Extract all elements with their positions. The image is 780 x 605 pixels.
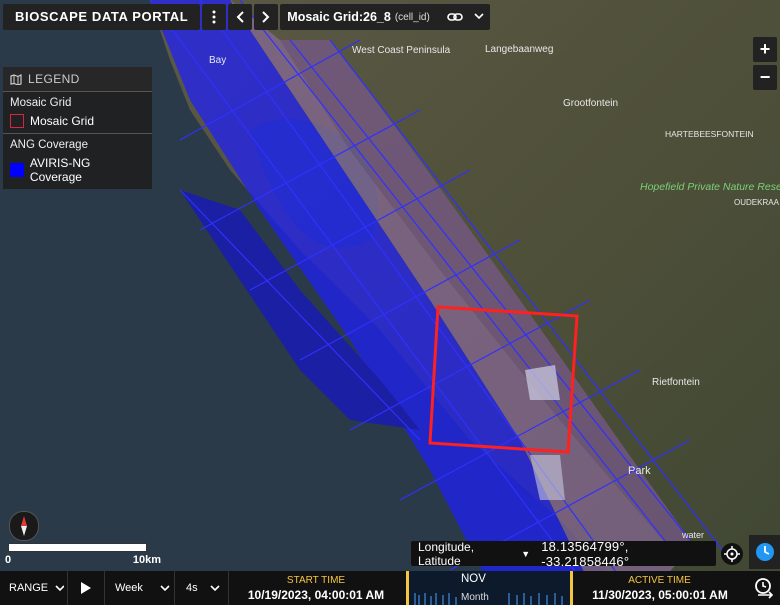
place-label: Grootfontein [563,98,618,109]
legend-section-coverage: ANG Coverage AVIRIS-NG Coverage [3,133,152,189]
sand-patch [525,365,560,400]
zoom-in-button[interactable]: + [753,37,777,62]
place-label: Bay [209,55,226,66]
coordinate-value: 18.13564799°, -33.21858446° [541,538,630,569]
chevron-down-icon [160,584,170,591]
compass-icon [21,516,27,536]
play-button[interactable] [68,571,104,605]
time-button[interactable] [749,535,780,569]
range-select[interactable]: RANGE [0,571,64,605]
legend-section-title: Mosaic Grid [10,97,72,109]
history-icon [755,578,774,599]
coordinate-readout: Longitude, Latitude ▼ 18.13564799°, -33.… [411,538,716,569]
legend-section-mosaic: Mosaic Grid Mosaic Grid [3,91,152,133]
chevron-down-icon [55,584,64,591]
layer-field: (cell_id) [394,11,430,23]
coordinate-mode-select[interactable]: Longitude, Latitude ▼ [411,540,530,568]
place-label: Hopefield Private Nature Reserve [640,181,780,193]
start-time-value[interactable]: 10/19/2023, 04:00:01 AM [240,588,392,602]
scale-bar: 0 10km [5,543,161,566]
chevron-right-icon [262,11,270,23]
place-label: OUDEKRAA [734,198,780,207]
legend-header[interactable]: LEGEND [3,67,152,91]
chevron-down-icon: ▼ [521,548,531,559]
layer-selector[interactable]: Mosaic Grid:26_8 (cell_id) [280,4,490,30]
timeline-scrubber[interactable]: NOV Month [406,571,573,605]
zoom-out-button[interactable]: − [753,65,777,90]
link-icon [447,13,463,21]
outline-swatch [10,114,24,128]
previous-button[interactable] [228,4,253,30]
active-time-label: ACTIVE TIME [628,575,691,586]
legend-title: LEGEND [28,72,80,86]
step-label: Week [115,582,143,594]
map-icon [10,73,22,85]
divider [228,571,229,605]
place-label: Rietfontein [652,377,700,388]
chevron-left-icon [236,11,245,23]
clock-icon [755,543,774,561]
more-menu-button[interactable] [202,4,227,30]
compass-button[interactable] [9,511,39,541]
legend-item-label: AVIRIS-NG Coverage [29,156,91,184]
next-button[interactable] [254,4,279,30]
active-time-value[interactable]: 11/30/2023, 05:00:01 AM [580,588,740,602]
scale-end-label: 10km [132,554,161,566]
legend-panel: LEGEND Mosaic Grid Mosaic Grid ANG Cover… [3,67,152,189]
legend-item-label: Mosaic Grid [30,114,95,128]
speed-label: 4s [186,582,198,594]
fill-swatch [10,163,24,177]
chevron-down-icon [474,13,484,20]
dropdown-button[interactable] [474,11,484,23]
legend-item: Mosaic Grid [10,114,145,128]
zoom-controls: + − [753,37,777,93]
place-label: Park [628,465,651,477]
scale-bar-line [8,543,147,552]
portal-title: BIOSCAPE DATA PORTAL [3,4,201,30]
locate-button[interactable] [721,543,743,565]
legend-section-title: ANG Coverage [10,139,88,151]
crosshair-icon [724,546,740,562]
place-label: Langebaanweg [485,44,553,55]
step-select[interactable]: Week [105,571,173,605]
more-vertical-icon [212,10,216,24]
speed-select[interactable]: 4s [175,571,227,605]
timeline-month-label: NOV [461,573,486,585]
timeline-ticks [414,593,563,605]
scale-start-label: 0 [5,554,12,566]
place-label: HARTEBEESFONTEIN [665,129,754,139]
play-icon [81,582,91,594]
top-toolbar: BIOSCAPE DATA PORTAL Mosaic Grid:26_8 (c… [3,4,490,30]
timeline-unit-label: Month [461,592,489,603]
start-time-label: START TIME [286,575,346,586]
legend-item: AVIRIS-NG Coverage [10,156,145,184]
link-button[interactable] [444,12,466,22]
layer-name: Mosaic Grid:26_8 [287,10,391,24]
place-label: West Coast Peninsula [352,45,451,56]
range-label: RANGE [9,582,49,594]
coordinate-mode-label: Longitude, Latitude [418,539,475,568]
chevron-down-icon [210,584,220,591]
history-button[interactable] [752,574,776,602]
